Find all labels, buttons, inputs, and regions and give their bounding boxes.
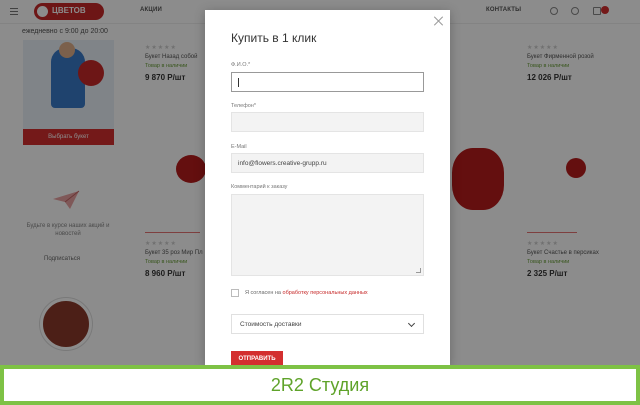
privacy-policy-link[interactable]: обработку персональных данных	[283, 290, 368, 296]
comment-label: Комментарий к заказу	[231, 184, 288, 190]
email-value: info@flowers.creative-grupp.ru	[238, 160, 327, 167]
close-icon[interactable]	[434, 16, 444, 26]
studio-banner: 2R2 Студия	[0, 365, 640, 405]
text-caret	[238, 78, 239, 87]
submit-button[interactable]: ОТПРАВИТЬ	[231, 351, 283, 365]
phone-input[interactable]	[231, 112, 424, 132]
email-label: E-Mail	[231, 144, 247, 150]
studio-name: 2R2 Студия	[270, 375, 370, 395]
resize-handle-icon[interactable]	[416, 268, 421, 273]
consent-checkbox[interactable]	[231, 289, 239, 297]
consent-prefix: Я согласен на	[245, 290, 281, 296]
phone-label: Телефон*	[231, 103, 256, 109]
fio-input[interactable]	[231, 72, 424, 92]
buy-one-click-modal: Купить в 1 клик Ф.И.О.* Телефон* E-Mail …	[205, 10, 450, 365]
delivery-cost-select[interactable]: Стоимость доставки	[231, 314, 424, 334]
comment-textarea[interactable]	[231, 194, 424, 276]
delivery-select-value: Стоимость доставки	[240, 321, 302, 328]
consent-text: Я согласен на обработку персональных дан…	[245, 290, 368, 296]
chevron-down-icon	[407, 319, 416, 328]
fio-label: Ф.И.О.*	[231, 62, 251, 68]
email-input[interactable]: info@flowers.creative-grupp.ru	[231, 153, 424, 173]
modal-title: Купить в 1 клик	[231, 31, 317, 45]
